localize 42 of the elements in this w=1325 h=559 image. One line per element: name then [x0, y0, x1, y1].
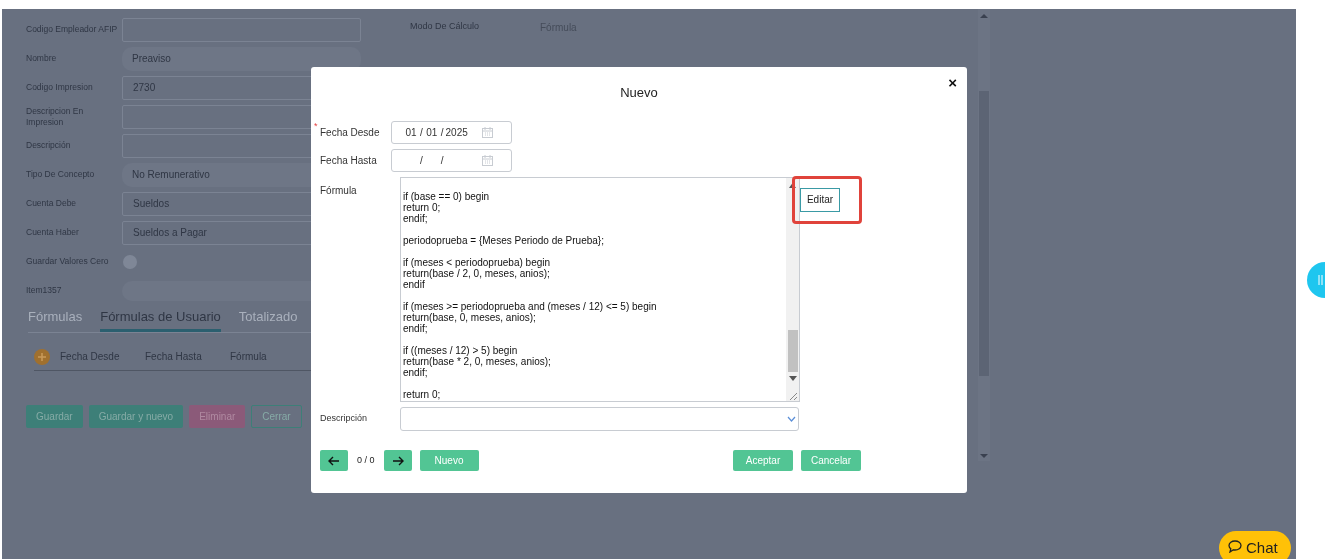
dialog-title: Nuevo	[620, 83, 658, 102]
formula-editor[interactable]	[400, 177, 800, 402]
scrollbar-thumb[interactable]	[787, 330, 798, 372]
chevron-down-icon	[787, 416, 796, 422]
select-field[interactable]	[400, 407, 799, 431]
chat-button[interactable]: Chat	[1219, 531, 1291, 559]
scroll-up-icon[interactable]	[789, 183, 796, 188]
scrollbar[interactable]	[978, 9, 990, 461]
column-header: Fórmula	[230, 350, 268, 364]
tab[interactable]: Fórmulas	[28, 307, 83, 332]
form-button[interactable]: Cerrar	[251, 404, 302, 428]
column-header: Fecha Desde	[60, 350, 121, 364]
form-button[interactable]: Guardar	[26, 404, 83, 428]
scrollbar[interactable]	[786, 178, 799, 401]
calendar-icon	[482, 127, 493, 138]
close-button[interactable]: ×	[948, 75, 957, 90]
form-button[interactable]: Guardar y nuevo	[88, 404, 184, 428]
calendar-icon	[482, 155, 493, 166]
field-label: Fecha Desde	[320, 126, 380, 140]
pause-icon	[1318, 275, 1323, 285]
scroll-down-icon[interactable]	[788, 376, 797, 381]
arrow-right-icon	[391, 455, 404, 466]
formula-text: if (base == 0) begin return 0; endif; periodoprueba = {Meses Periodo de Prueba}; if (meses < periodoprueba) begin return(base / 2, 0, meses, anios); endif if (meses >= periodoprueba and (meses / 12) <= 5) begin return(base, 0, meses, anios); endif; if ((meses / 12) > 5) begin return(base * 2, 0, meses, anios); endif; return 0;	[402, 190, 658, 401]
cancel-button[interactable]: Cancelar	[801, 450, 861, 471]
tab[interactable]: Fórmulas de Usuario	[100, 307, 221, 332]
next-button[interactable]	[383, 450, 412, 471]
edit-button[interactable]: Editar	[800, 187, 840, 212]
column-header: Fecha Hasta	[145, 350, 203, 364]
field-label: Descripción	[319, 412, 369, 426]
date-field[interactable]: / /	[391, 149, 512, 172]
add-icon[interactable]	[34, 348, 50, 365]
field-label: Item1357	[25, 285, 63, 296]
required-mark: *	[314, 122, 319, 131]
accept-button[interactable]: Aceptar	[733, 450, 793, 471]
speech-bubble-icon	[1228, 540, 1242, 553]
date-field[interactable]: 01 / 01 / 2025	[391, 121, 512, 144]
previous-button[interactable]	[320, 450, 348, 471]
new-button[interactable]: Nuevo	[419, 450, 479, 471]
arrow-left-icon	[328, 455, 340, 466]
resize-grip-icon[interactable]	[788, 392, 797, 400]
tab[interactable]: Totalizado	[238, 307, 298, 332]
pager-text: 0 / 0	[357, 453, 375, 467]
